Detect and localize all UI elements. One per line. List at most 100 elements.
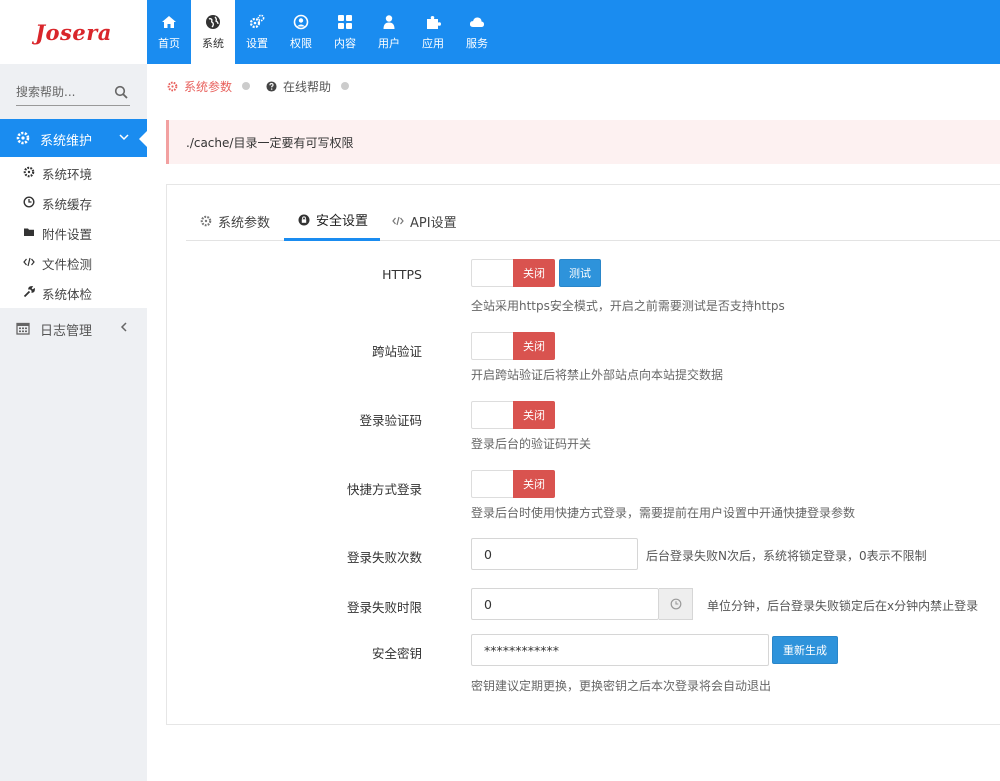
nav-settings-label: 设置 xyxy=(246,36,268,50)
breadcrumb-dot xyxy=(242,82,251,90)
breadcrumb-label: 在线帮助 xyxy=(283,79,332,94)
settings-tabs: 系统参数 安全设置 API设置 xyxy=(186,201,1000,241)
grid-icon xyxy=(338,14,352,29)
breadcrumb-dot xyxy=(341,82,350,90)
captcha-label: 登录验证码 xyxy=(359,413,422,428)
csrf-label: 跨站验证 xyxy=(371,344,422,359)
secret-key-input[interactable] xyxy=(471,634,769,666)
quick-login-help: 登录后台时使用快捷方式登录，需要提前在用户设置中开通快捷登录参数 xyxy=(471,506,856,520)
sidebar: 系统维护 系统环境 系统缓存 附件设置 文件检测 系统体检 日志管理 xyxy=(0,64,147,781)
tab-api-settings[interactable]: API设置 xyxy=(392,201,457,241)
chevron-down-icon xyxy=(119,134,129,141)
sidebar-item-label: 系统环境 xyxy=(42,167,93,182)
gear-icon xyxy=(200,215,212,227)
secret-key-label: 安全密钥 xyxy=(371,646,422,661)
clock-icon xyxy=(23,196,35,208)
sidebar-item-system-env[interactable]: 系统环境 xyxy=(0,157,147,187)
nav-content-label: 内容 xyxy=(334,36,356,50)
captcha-help: 登录后台的验证码开关 xyxy=(471,437,592,451)
search-input[interactable] xyxy=(16,80,112,104)
chevron-left-icon xyxy=(120,322,127,332)
nav-home-label: 首页 xyxy=(158,36,180,50)
calendar-icon xyxy=(16,322,30,335)
folder-icon xyxy=(24,228,34,236)
main-nav: 首页 系统 设置 权限 内容 用户 应用 服务 xyxy=(147,0,499,64)
sidebar-item-system-checkup[interactable]: 系统体检 xyxy=(0,277,147,307)
csrf-help: 开启跨站验证后将禁止外部站点向本站提交数据 xyxy=(471,368,724,382)
gear-icon xyxy=(16,131,30,145)
nav-system-label: 系统 xyxy=(202,36,224,50)
toggle-off-label: 关闭 xyxy=(513,259,555,287)
fail-time-addon xyxy=(659,588,693,620)
main-content: 系统参数 在线帮助 ./cache/目录一定要有可写权限 系统参数 安全设置 A… xyxy=(147,64,1000,781)
gear-icon xyxy=(167,81,178,91)
tab-label: API设置 xyxy=(410,215,457,231)
breadcrumb-label: 系统参数 xyxy=(184,79,233,94)
regenerate-key-button[interactable]: 重新生成 xyxy=(772,636,838,664)
tab-system-params[interactable]: 系统参数 xyxy=(200,201,270,241)
https-test-button[interactable]: 测试 xyxy=(559,259,601,287)
nav-home[interactable]: 首页 xyxy=(147,0,191,64)
fail-time-label: 登录失败时限 xyxy=(346,600,422,615)
https-label: HTTPS xyxy=(382,267,422,282)
alert-text: ./cache/目录一定要有可写权限 xyxy=(186,136,354,150)
fail-time-help: 单位分钟，后台登录失败锁定后在x分钟内禁止登录 xyxy=(707,599,979,613)
nav-settings[interactable]: 设置 xyxy=(235,0,279,64)
sidebar-group-log-management[interactable]: 日志管理 xyxy=(0,309,147,347)
question-icon xyxy=(266,80,277,92)
nav-users[interactable]: 用户 xyxy=(367,0,411,64)
clock-icon xyxy=(670,598,681,610)
sidebar-group-label: 系统维护 xyxy=(40,134,93,149)
home-icon xyxy=(162,15,176,28)
logo[interactable]: Josera xyxy=(0,0,147,64)
nav-services[interactable]: 服务 xyxy=(455,0,499,64)
sidebar-group-label: 日志管理 xyxy=(40,324,93,339)
sidebar-item-attachment-settings[interactable]: 附件设置 xyxy=(0,217,147,247)
settings-panel: 系统参数 安全设置 API设置 HTTPS 关闭 测试 全站采用https安全模… xyxy=(166,184,1000,725)
fail-count-help: 后台登录失败N次后，系统将锁定登录，0表示不限制 xyxy=(646,549,927,563)
csrf-toggle[interactable]: 关闭 xyxy=(471,332,555,360)
active-notch xyxy=(139,131,147,147)
https-toggle[interactable]: 关闭 xyxy=(471,259,555,287)
toggle-off-label: 关闭 xyxy=(513,401,555,429)
user-circle-icon xyxy=(293,14,309,29)
lock-icon xyxy=(298,214,310,225)
puzzle-icon xyxy=(427,15,441,29)
toggle-off-label: 关闭 xyxy=(513,332,555,360)
quick-login-toggle[interactable]: 关闭 xyxy=(471,470,555,498)
fail-count-label: 登录失败次数 xyxy=(346,550,422,565)
captcha-toggle[interactable]: 关闭 xyxy=(471,401,555,429)
sidebar-group-system-maintenance[interactable]: 系统维护 xyxy=(0,119,147,157)
cloud-icon xyxy=(469,16,485,27)
sidebar-item-file-check[interactable]: 文件检测 xyxy=(0,247,147,277)
warning-alert: ./cache/目录一定要有可写权限 xyxy=(166,120,1000,164)
gears-icon xyxy=(249,14,265,28)
nav-apps[interactable]: 应用 xyxy=(411,0,455,64)
wrench-icon xyxy=(23,286,35,298)
breadcrumb-system-params[interactable]: 系统参数 xyxy=(167,78,251,95)
search-icon[interactable] xyxy=(114,85,128,99)
toggle-off-label: 关闭 xyxy=(513,470,555,498)
logo-text: Josera xyxy=(35,19,112,45)
https-help: 全站采用https安全模式，开启之前需要测试是否支持https xyxy=(471,299,785,313)
globe-icon xyxy=(206,14,220,29)
nav-apps-label: 应用 xyxy=(422,36,444,50)
tab-security-settings[interactable]: 安全设置 xyxy=(284,201,380,241)
sidebar-submenu: 系统环境 系统缓存 附件设置 文件检测 系统体检 xyxy=(0,157,147,308)
tab-label: 安全设置 xyxy=(316,214,369,229)
nav-permissions[interactable]: 权限 xyxy=(279,0,323,64)
sidebar-item-label: 附件设置 xyxy=(42,227,93,242)
secret-key-help: 密钥建议定期更换，更换密钥之后本次登录将会自动退出 xyxy=(471,679,772,693)
top-navbar: Josera 首页 系统 设置 权限 内容 用户 应用 服务 xyxy=(0,0,1000,64)
sidebar-item-system-cache[interactable]: 系统缓存 xyxy=(0,187,147,217)
quick-login-label: 快捷方式登录 xyxy=(346,482,422,497)
breadcrumb-online-help[interactable]: 在线帮助 xyxy=(266,78,350,95)
nav-system[interactable]: 系统 xyxy=(191,0,235,64)
fail-time-input[interactable] xyxy=(471,588,659,620)
nav-content[interactable]: 内容 xyxy=(323,0,367,64)
nav-services-label: 服务 xyxy=(466,36,488,50)
fail-count-input[interactable] xyxy=(471,538,638,570)
user-icon xyxy=(383,14,395,29)
code-icon xyxy=(23,257,35,267)
gear-icon xyxy=(23,166,35,178)
